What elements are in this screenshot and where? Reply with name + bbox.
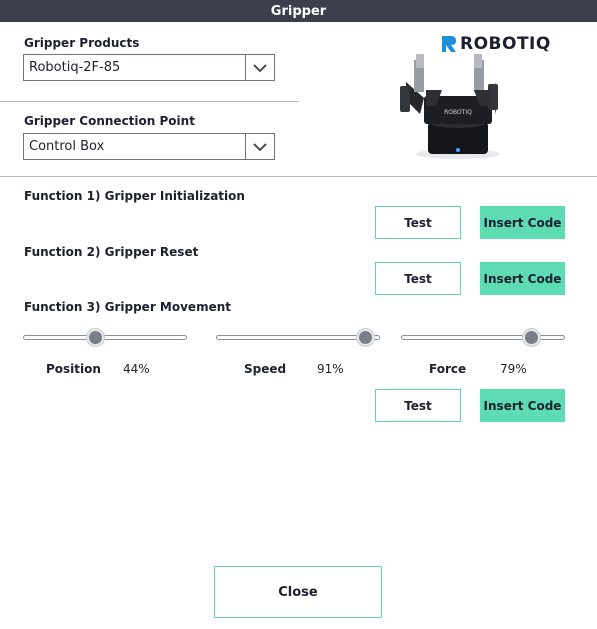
force-slider[interactable] — [401, 328, 565, 348]
window-title: Gripper — [270, 3, 327, 19]
function-2-title: Function 2) Gripper Reset — [24, 245, 199, 259]
position-slider-track[interactable] — [23, 335, 187, 340]
connection-point-value: Control Box — [29, 139, 105, 154]
gripper-products-label: Gripper Products — [24, 36, 140, 50]
position-label: Position — [46, 362, 101, 376]
section-divider-products — [0, 101, 299, 102]
position-slider[interactable] — [23, 328, 187, 348]
connection-point-label: Gripper Connection Point — [24, 114, 195, 128]
speed-label: Speed — [244, 362, 287, 376]
position-slider-thumb[interactable] — [87, 329, 105, 346]
function-1-title: Function 1) Gripper Initialization — [24, 189, 245, 203]
speed-slider[interactable] — [216, 328, 380, 348]
close-button[interactable]: Close — [214, 566, 382, 618]
speed-slider-track[interactable] — [216, 335, 380, 340]
connection-point-dropdown-button[interactable] — [245, 134, 274, 159]
gripper-products-dropdown[interactable]: Robotiq-2F-85 — [23, 54, 275, 81]
function-3-insert-code-button[interactable]: Insert Code — [480, 389, 565, 422]
window-title-bar: Gripper — [0, 0, 597, 22]
chevron-down-icon — [253, 142, 267, 151]
function-1-insert-code-button[interactable]: Insert Code — [480, 206, 565, 239]
function-2-insert-code-button[interactable]: Insert Code — [480, 262, 565, 295]
force-slider-track[interactable] — [401, 335, 565, 340]
force-label: Force — [429, 362, 467, 376]
function-3-test-button[interactable]: Test — [375, 389, 461, 422]
position-value: 44% — [123, 362, 150, 376]
gripper-products-value: Robotiq-2F-85 — [29, 60, 121, 75]
section-divider-functions — [0, 176, 597, 177]
force-value: 79% — [500, 362, 527, 376]
speed-slider-thumb[interactable] — [357, 329, 375, 346]
speed-value: 91% — [317, 362, 344, 376]
gripper-product-image: ROBOTIQ — [400, 54, 500, 159]
force-slider-thumb[interactable] — [522, 329, 540, 346]
function-3-title: Function 3) Gripper Movement — [24, 300, 231, 314]
chevron-down-icon — [253, 63, 267, 72]
gripper-products-dropdown-button[interactable] — [245, 55, 274, 80]
gripper-body-brand: ROBOTIQ — [444, 109, 472, 116]
function-2-test-button[interactable]: Test — [375, 262, 461, 295]
function-1-test-button[interactable]: Test — [375, 206, 461, 239]
connection-point-dropdown[interactable]: Control Box — [23, 133, 275, 160]
